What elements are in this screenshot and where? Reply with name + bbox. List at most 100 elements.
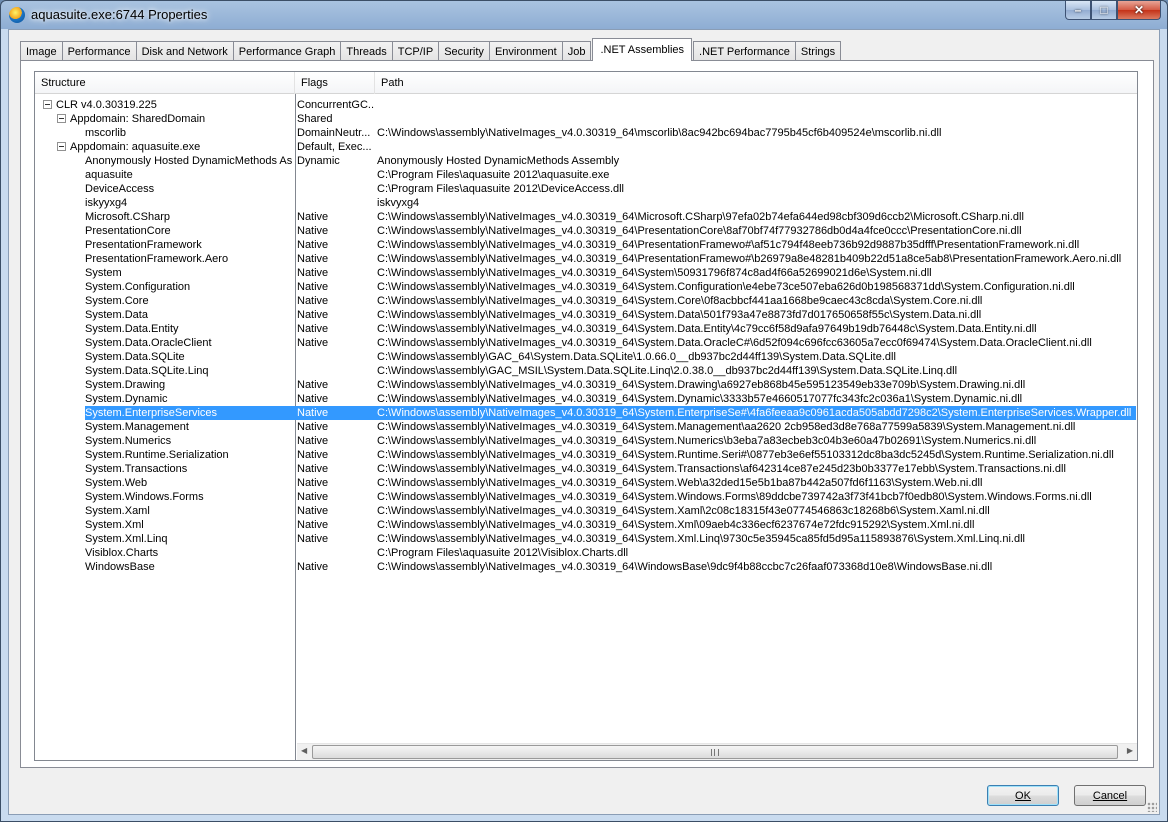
tab-threads[interactable]: Threads [340,41,393,61]
cell-structure: System.Data.SQLite [85,350,293,364]
cell-structure: System.EnterpriseServices [85,406,293,420]
table-row[interactable]: PresentationFramework Native C:\Windows\as… [35,238,1136,252]
structure-label: System.Data [85,309,148,321]
cell-flags: Native [297,477,329,489]
cell-flags: Native [297,239,329,251]
cell-path: C:\Windows\assembly\NativeImages_v4.0.30… [377,225,1022,237]
table-row[interactable]: iskyyxg4 iskvyxg4 [35,196,1136,210]
table-row[interactable]: System.Dynamic Native C:\Windows\assembly\… [35,392,1136,406]
scrollbar-thumb[interactable] [312,745,1118,759]
column-header-structure[interactable]: Structure [35,72,295,94]
table-row[interactable]: aquasuite C:\Program Files\aquasuite 2012… [35,168,1136,182]
table-row[interactable]: System.Transactions Native C:\Windows\asse… [35,462,1136,476]
cell-structure: Appdomain: aquasuite.exe [57,140,293,154]
structure-label: PresentationCore [85,225,171,237]
table-row[interactable]: System.Xaml Native C:\Windows\assembly\Nat… [35,504,1136,518]
cell-path: C:\Windows\assembly\GAC_64\System.Data.S… [377,351,896,363]
table-row[interactable]: CLR v4.0.30319.225 ConcurrentGC... [35,98,1136,112]
scroll-right-icon[interactable]: ▶ [1127,746,1133,755]
structure-label: System.Data.SQLite [85,351,185,363]
tab-panel-net-assemblies: Structure Flags Path CLR v4.0.30319.225 C… [20,60,1154,768]
table-row[interactable]: System.Data.SQLite C:\Windows\assembly\GA… [35,350,1136,364]
cell-structure: DeviceAccess [85,182,293,196]
structure-label: System.EnterpriseServices [85,407,218,419]
maximize-button[interactable]: □ [1091,1,1117,20]
tab-tcp-ip[interactable]: TCP/IP [391,41,440,61]
minimize-button[interactable]: – [1065,1,1091,20]
tab-security[interactable]: Security [438,41,490,61]
table-row[interactable]: Appdomain: SharedDomain Shared [35,112,1136,126]
cell-flags: Native [297,337,329,349]
table-row[interactable]: System.Windows.Forms Native C:\Windows\ass… [35,490,1136,504]
table-row[interactable]: DeviceAccess C:\Program Files\aquasuite 2… [35,182,1136,196]
table-row[interactable]: System Native C:\Windows\assembly\NativeIm… [35,266,1136,280]
structure-label: System.Management [85,421,189,433]
grip-icon [711,749,719,756]
cell-path: C:\Windows\assembly\NativeImages_v4.0.30… [377,309,982,321]
table-row[interactable]: Microsoft.CSharp Native C:\Windows\assembl… [35,210,1136,224]
cell-structure: System.Windows.Forms [85,490,293,504]
table-row[interactable]: System.Configuration Native C:\Windows\ass… [35,280,1136,294]
properties-window: aquasuite.exe:6744 Properties – □ ✕ Imag… [0,0,1168,822]
table-row[interactable]: mscorlib DomainNeutr... C:\Windows\assembl… [35,126,1136,140]
ok-button[interactable]: OK [987,785,1059,806]
maximize-icon: □ [1100,3,1108,17]
cell-structure: iskyyxg4 [85,196,293,210]
table-row[interactable]: System.Management Native C:\Windows\assemb… [35,420,1136,434]
cell-path: C:\Windows\assembly\NativeImages_v4.0.30… [377,533,1025,545]
caption-buttons: – □ ✕ [1065,1,1161,20]
tab-performance-graph[interactable]: Performance Graph [232,41,342,61]
table-row[interactable]: System.Data.Entity Native C:\Windows\assem… [35,322,1136,336]
table-row[interactable]: Visiblox.Charts C:\Program Files\aquasuit… [35,546,1136,560]
resize-grip-icon[interactable] [1147,802,1157,812]
tab-image[interactable]: Image [20,41,63,61]
cell-structure: System.Xml.Linq [85,532,293,546]
horizontal-scrollbar[interactable]: ◀ ▶ [297,743,1137,760]
table-row[interactable]: System.EnterpriseServices Native C:\Window… [35,406,1136,420]
scroll-left-icon[interactable]: ◀ [301,746,307,755]
table-row[interactable]: System.Runtime.Serialization Native C:\Win… [35,448,1136,462]
window-title: aquasuite.exe:6744 Properties [31,7,208,22]
tab-job[interactable]: Job [561,41,592,61]
table-row[interactable]: WindowsBase Native C:\Windows\assembly\Nat… [35,560,1136,574]
tab-performance[interactable]: Performance [61,41,137,61]
cell-path: C:\Windows\assembly\GAC_MSIL\System.Data… [377,365,958,377]
tab-disk-and-network[interactable]: Disk and Network [135,41,234,61]
tab-environment[interactable]: Environment [488,41,563,61]
tab-net-assemblies[interactable]: .NET Assemblies [592,38,693,61]
table-row[interactable]: System.Xml Native C:\Windows\assembly\Nati… [35,518,1136,532]
table-row[interactable]: System.Core Native C:\Windows\assembly\Nat… [35,294,1136,308]
table-row[interactable]: PresentationFramework.Aero Native C:\Windo… [35,252,1136,266]
column-header-flags[interactable]: Flags [295,72,375,94]
table-row[interactable]: System.Xml.Linq Native C:\Windows\assembly… [35,532,1136,546]
dialog-client-area: Image Performance Disk and Network Performa… [8,29,1160,815]
collapse-icon[interactable] [57,142,66,151]
cell-path: C:\Windows\assembly\NativeImages_v4.0.30… [377,393,1023,405]
cell-path: C:\Windows\assembly\NativeImages_v4.0.30… [377,127,942,139]
collapse-icon[interactable] [43,100,52,109]
cell-structure: System.Web [85,476,293,490]
cell-structure: WindowsBase [85,560,293,574]
assemblies-tree-list[interactable]: Structure Flags Path CLR v4.0.30319.225 C… [34,71,1138,761]
table-row[interactable]: Appdomain: aquasuite.exe Default, Exec... [35,140,1136,154]
table-row[interactable]: System.Numerics Native C:\Windows\assembly… [35,434,1136,448]
column-header-path[interactable]: Path [375,72,1137,94]
table-row[interactable]: System.Data Native C:\Windows\assembly\Nat… [35,308,1136,322]
cell-structure: Visiblox.Charts [85,546,293,560]
table-row[interactable]: PresentationCore Native C:\Windows\assembl… [35,224,1136,238]
title-bar[interactable]: aquasuite.exe:6744 Properties – □ ✕ [1,1,1167,29]
table-row[interactable]: System.Web Native C:\Windows\assembly\Nati… [35,476,1136,490]
table-row[interactable]: System.Data.OracleClient Native C:\Windows… [35,336,1136,350]
structure-label: System.Web [85,477,148,489]
close-button[interactable]: ✕ [1117,1,1161,20]
table-row[interactable]: System.Drawing Native C:\Windows\assembly\… [35,378,1136,392]
cell-flags: Native [297,281,329,293]
tab-strings[interactable]: Strings [794,41,842,61]
cell-structure: System.Data [85,308,293,322]
table-row[interactable]: Anonymously Hosted DynamicMethods As... D… [35,154,1136,168]
structure-label: System.Xml [85,519,144,531]
tab-net-performance[interactable]: .NET Performance [693,41,796,61]
table-row[interactable]: System.Data.SQLite.Linq C:\Windows\assemb… [35,364,1136,378]
cancel-button[interactable]: Cancel [1074,785,1146,806]
collapse-icon[interactable] [57,114,66,123]
